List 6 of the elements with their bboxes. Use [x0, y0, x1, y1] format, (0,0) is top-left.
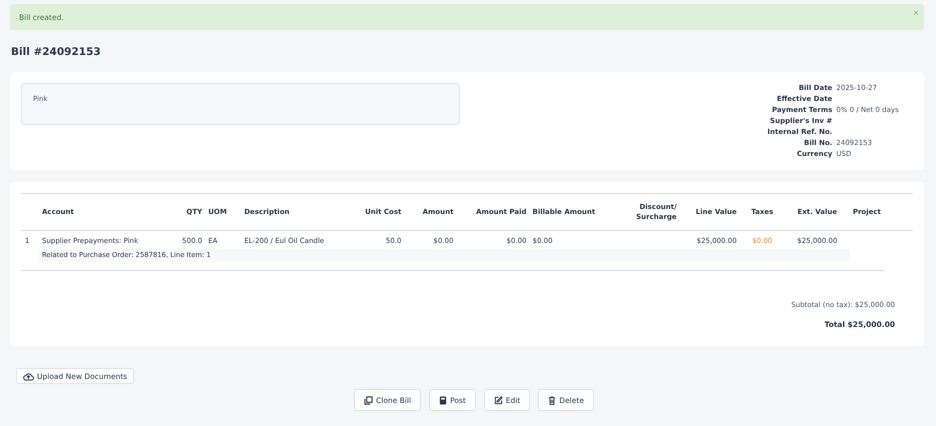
copy-icon: [364, 396, 373, 404]
cloud-upload-icon: [23, 372, 34, 380]
edit-icon: [494, 396, 503, 404]
book-icon: [439, 396, 448, 404]
trash-icon: [548, 396, 556, 404]
bill-title: Bill #24092153: [11, 46, 102, 58]
